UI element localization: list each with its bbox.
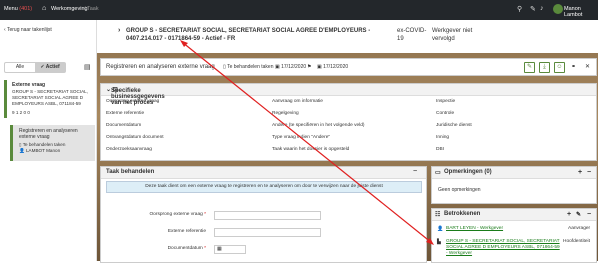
annotation-arrow-line (181, 41, 433, 244)
annotation-arrow (180, 40, 434, 245)
